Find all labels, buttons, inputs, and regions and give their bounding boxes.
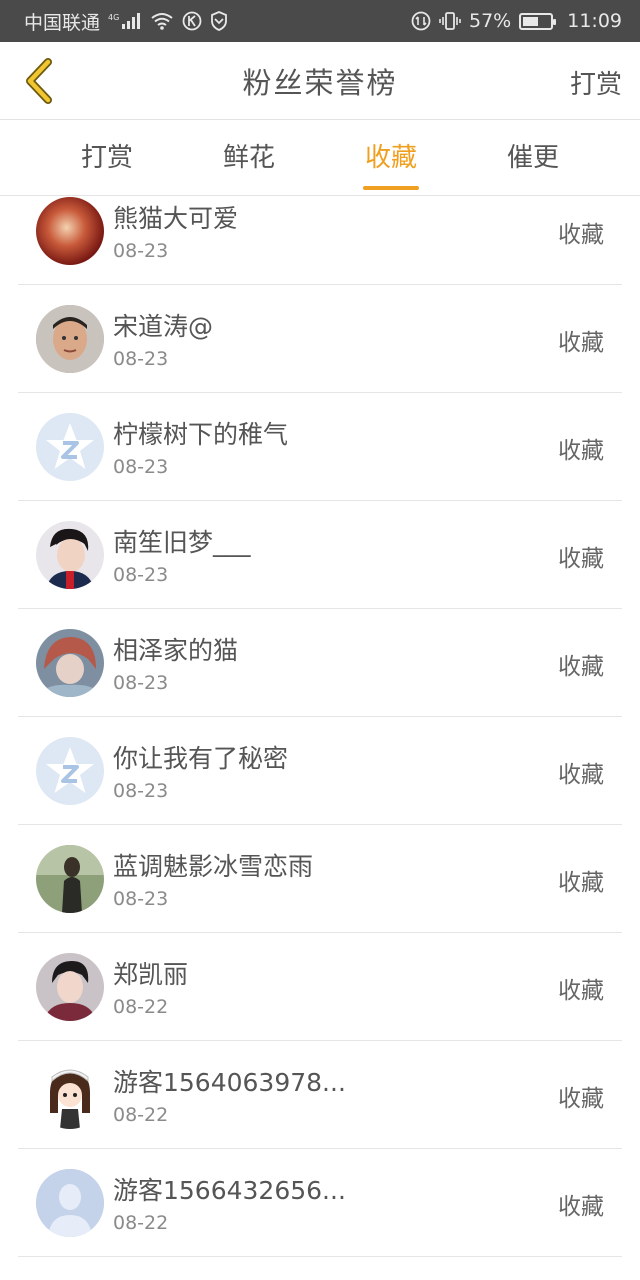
signal-icon: 4G <box>108 11 142 31</box>
favorite-label: 收藏 <box>558 222 604 248</box>
status-right: 57% 11:09 <box>411 10 622 32</box>
status-left: 中国联通 4G <box>24 8 228 35</box>
user-name: 柠檬树下的稚气 <box>113 420 289 449</box>
tab-label: 催更 <box>506 143 559 173</box>
network-type-text: 4G <box>108 13 119 22</box>
avatar <box>36 197 104 265</box>
avatar <box>36 1061 104 1129</box>
list-item[interactable]: 郑凯丽 08-22 收藏 <box>18 933 622 1041</box>
list-item[interactable]: 蓝调魅影冰雪恋雨 08-23 收藏 <box>18 825 622 933</box>
favorite-label: 收藏 <box>558 978 604 1004</box>
tab-favorites[interactable]: 收藏 <box>331 121 451 196</box>
tab-label: 收藏 <box>364 143 417 173</box>
item-date: 08-23 <box>113 456 169 478</box>
user-name: 熊猫大可爱 <box>113 204 239 233</box>
user-name: 郑凯丽 <box>113 960 189 989</box>
tab-label: 打赏 <box>80 143 133 173</box>
list-item[interactable]: 柠檬树下的稚气 08-23 收藏 <box>18 393 622 501</box>
item-date: 08-23 <box>113 888 169 910</box>
tab-urge[interactable]: 催更 <box>473 121 593 196</box>
data-saver-icon <box>411 11 431 31</box>
item-date: 08-23 <box>113 672 169 694</box>
user-name: 相泽家的猫 <box>113 636 239 665</box>
list-item[interactable]: 熊猫大可爱 08-23 收藏 <box>18 197 622 285</box>
list-item[interactable]: 你让我有了秘密 08-23 收藏 <box>18 717 622 825</box>
back-button[interactable] <box>14 56 64 106</box>
vibrate-icon <box>439 11 461 31</box>
favorite-label: 收藏 <box>558 1194 604 1220</box>
default-user-avatar <box>36 1169 104 1237</box>
avatar <box>36 305 104 373</box>
item-date: 08-23 <box>113 240 169 262</box>
avatar <box>36 629 104 697</box>
user-name: 宋道涛@ <box>113 312 214 341</box>
tab-bar: 打赏 鲜花 收藏 催更 <box>0 121 640 196</box>
page-title: 粉丝荣誉榜 <box>242 65 398 100</box>
user-name: 游客1564063978... <box>113 1068 346 1097</box>
avatar <box>36 521 104 589</box>
favorite-label: 收藏 <box>558 438 604 464</box>
item-date: 08-23 <box>113 780 169 802</box>
item-date: 08-23 <box>113 564 169 586</box>
avatar <box>36 845 104 913</box>
user-silhouette-icon <box>36 1169 104 1237</box>
user-name: 南笙旧梦___ <box>113 528 251 557</box>
k-app-icon <box>182 11 202 31</box>
user-name: 蓝调魅影冰雪恋雨 <box>113 852 314 881</box>
avatar <box>36 953 104 1021</box>
shield-icon <box>210 11 228 31</box>
star-icon <box>46 747 94 793</box>
list-item[interactable]: 宋道涛@ 08-23 收藏 <box>18 285 622 393</box>
favorite-label: 收藏 <box>558 1086 604 1112</box>
battery-percent: 57% <box>469 10 512 32</box>
tab-flowers[interactable]: 鲜花 <box>189 121 309 196</box>
user-name: 你让我有了秘密 <box>113 744 289 773</box>
favorite-label: 收藏 <box>558 654 604 680</box>
reward-button[interactable]: 打赏 <box>570 64 622 101</box>
item-date: 08-22 <box>113 1212 169 1234</box>
battery-level <box>523 16 539 26</box>
favorite-label: 收藏 <box>558 330 604 356</box>
favorite-label: 收藏 <box>558 546 604 572</box>
app-header: 粉丝荣誉榜 打赏 <box>0 42 640 120</box>
list-item[interactable]: 相泽家的猫 08-23 收藏 <box>18 609 622 717</box>
carrier-label: 中国联通 <box>24 11 101 34</box>
wifi-icon <box>150 12 174 30</box>
item-date: 08-22 <box>113 996 169 1018</box>
default-qq-avatar <box>36 737 104 805</box>
list-item[interactable]: 游客1566432656... 08-22 收藏 <box>18 1149 622 1257</box>
clock: 11:09 <box>567 10 622 32</box>
fan-list: 熊猫大可爱 08-23 收藏 宋道涛@ 08-23 收藏 柠檬树下的稚气 08-… <box>0 197 640 1280</box>
favorite-label: 收藏 <box>558 762 604 788</box>
chevron-left-icon <box>26 58 52 104</box>
status-bar: 中国联通 4G 57% 11:09 <box>0 0 640 42</box>
tab-label: 鲜花 <box>222 143 275 173</box>
list-item[interactable]: 南笙旧梦___ 08-23 收藏 <box>18 501 622 609</box>
tab-reward[interactable]: 打赏 <box>47 121 167 196</box>
user-name: 游客1566432656... <box>113 1176 346 1205</box>
item-date: 08-22 <box>113 1104 169 1126</box>
default-qq-avatar <box>36 413 104 481</box>
active-tab-indicator <box>363 186 419 190</box>
list-item[interactable]: 游客1564063978... 08-22 收藏 <box>18 1041 622 1149</box>
favorite-label: 收藏 <box>558 870 604 896</box>
item-date: 08-23 <box>113 348 169 370</box>
star-icon <box>46 423 94 469</box>
battery-icon <box>519 12 557 30</box>
